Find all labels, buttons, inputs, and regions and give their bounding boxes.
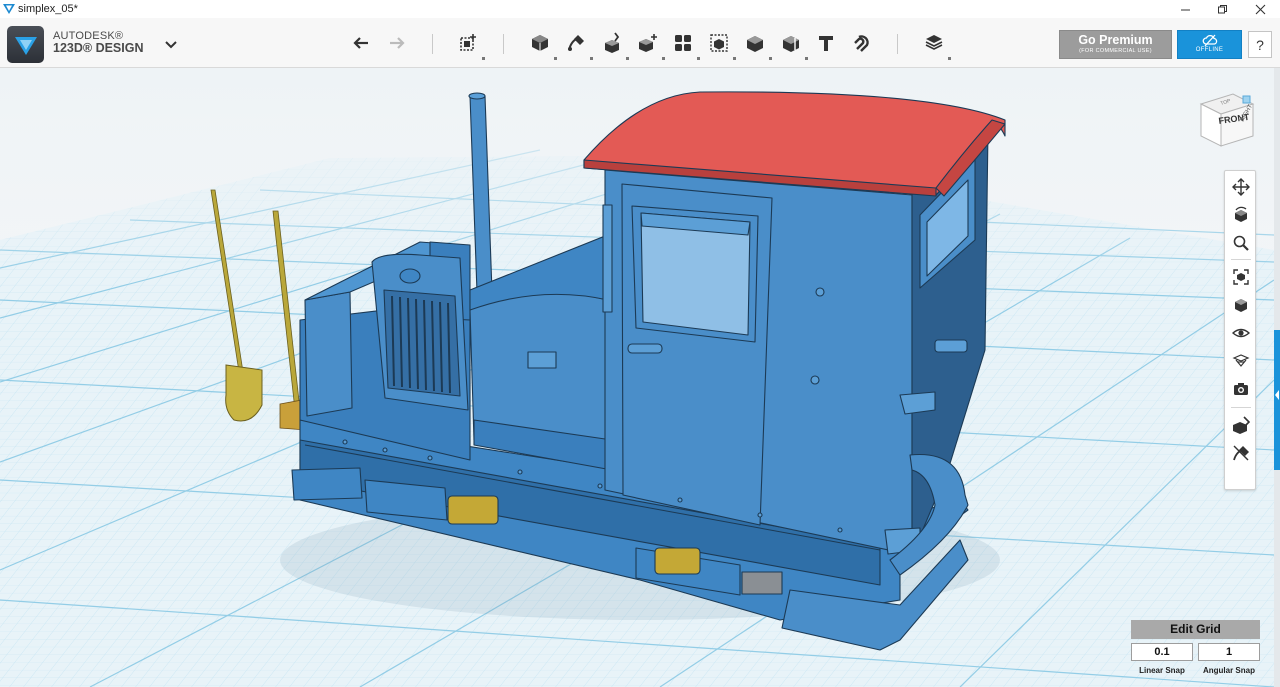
zoom-button[interactable] [1229,231,1253,255]
offline-label: OFFLINE [1195,47,1224,53]
premium-sublabel: (FOR COMMERCIAL USE) [1079,48,1152,54]
primitives-icon [460,34,476,51]
measure-button[interactable] [742,30,772,60]
toolbar-separator [432,34,433,54]
scene-canvas[interactable] [0,68,1274,687]
pattern-icon [639,34,657,52]
main-toolbar: AUTODESK® 123D® DESIGN Go Premium (FOR C… [0,18,1280,68]
measure-icon [747,36,763,52]
redo-button[interactable] [383,30,409,56]
snap-button[interactable] [778,30,808,60]
restore-button[interactable] [1203,0,1241,18]
pattern-button[interactable] [635,30,665,60]
close-button[interactable] [1241,0,1279,18]
nav-separator [1231,407,1251,408]
materials-outline-icon [1232,354,1250,367]
group-icon [675,35,691,51]
hide-sketches-icon [1233,445,1249,461]
views-icon [1235,299,1247,312]
chevron-down-icon[interactable] [162,38,180,52]
combine-icon [710,34,728,52]
autodesk-logo-icon [14,36,37,55]
brand-line-2: 123D® DESIGN [53,41,144,55]
undo-icon [353,37,368,49]
camera-icon [1234,383,1248,395]
brand-name: AUTODESK® 123D® DESIGN [53,30,144,54]
text-button[interactable] [813,30,839,56]
linear-snap-input[interactable]: 0.1 [1131,643,1193,661]
screenshot-button[interactable] [1229,377,1253,401]
views-button[interactable] [1229,293,1253,317]
modify-icon [605,32,620,53]
cloud-offline-icon [1202,34,1217,47]
sketch-button[interactable] [527,30,557,60]
restore-icon [1217,4,1227,13]
app-logo-icon [3,4,15,14]
box-split-icon [783,36,799,52]
close-icon [1255,4,1265,14]
home-view-icon[interactable] [1242,95,1251,104]
window-title: simplex_05* [18,3,78,15]
go-premium-button[interactable]: Go Premium (FOR COMMERCIAL USE) [1059,30,1172,59]
3d-viewport[interactable]: FRONT RIGHT TOP Edit Grid 0.1 1 Linear S… [0,68,1274,687]
minimize-icon [1180,9,1190,10]
construct-icon [568,35,584,51]
materials-outline-button[interactable] [1229,349,1253,373]
group-button[interactable] [670,30,700,60]
solid-mode-icon [1233,416,1250,434]
zoom-icon [1233,235,1249,251]
fit-button[interactable] [1229,265,1253,289]
angular-snap-input[interactable]: 1 [1198,643,1260,661]
sketch-icon [532,35,548,51]
visibility-icon [1232,328,1250,338]
material-button[interactable] [921,30,951,60]
magnet-button[interactable] [849,30,875,56]
minimize-button[interactable] [1166,0,1204,18]
material-icon [925,35,943,50]
toolbar-separator [897,34,898,54]
hide-sketches-button[interactable] [1229,441,1253,465]
view-cube[interactable]: FRONT RIGHT TOP [1193,84,1259,150]
undo-button[interactable] [349,30,375,56]
magnet-icon [854,35,869,52]
navigation-bar [1224,170,1256,490]
fit-icon [1233,269,1249,285]
window-title-bar: simplex_05* [0,0,1280,18]
pan-icon [1232,178,1250,196]
primitives-button[interactable] [455,30,485,60]
redo-icon [390,37,405,49]
modify-button[interactable] [599,30,629,60]
edit-grid-button[interactable]: Edit Grid [1131,620,1260,639]
linear-snap-label: Linear Snap [1139,666,1185,675]
combine-button[interactable] [706,30,736,60]
offline-button[interactable]: OFFLINE [1177,30,1242,59]
premium-label: Go Premium [1078,33,1153,47]
angular-snap-label: Angular Snap [1202,666,1255,675]
orbit-button[interactable] [1229,203,1253,227]
nav-separator [1231,259,1251,260]
construct-button[interactable] [563,30,593,60]
text-icon [819,36,833,51]
pan-button[interactable] [1229,175,1253,199]
chevron-left-icon[interactable] [1274,388,1280,402]
orbit-icon [1235,206,1247,222]
help-button[interactable]: ? [1248,31,1272,58]
toolbar-separator [503,34,504,54]
visibility-button[interactable] [1229,321,1253,345]
app-menu-logo[interactable] [7,26,44,63]
solid-mode-button[interactable] [1229,413,1253,437]
